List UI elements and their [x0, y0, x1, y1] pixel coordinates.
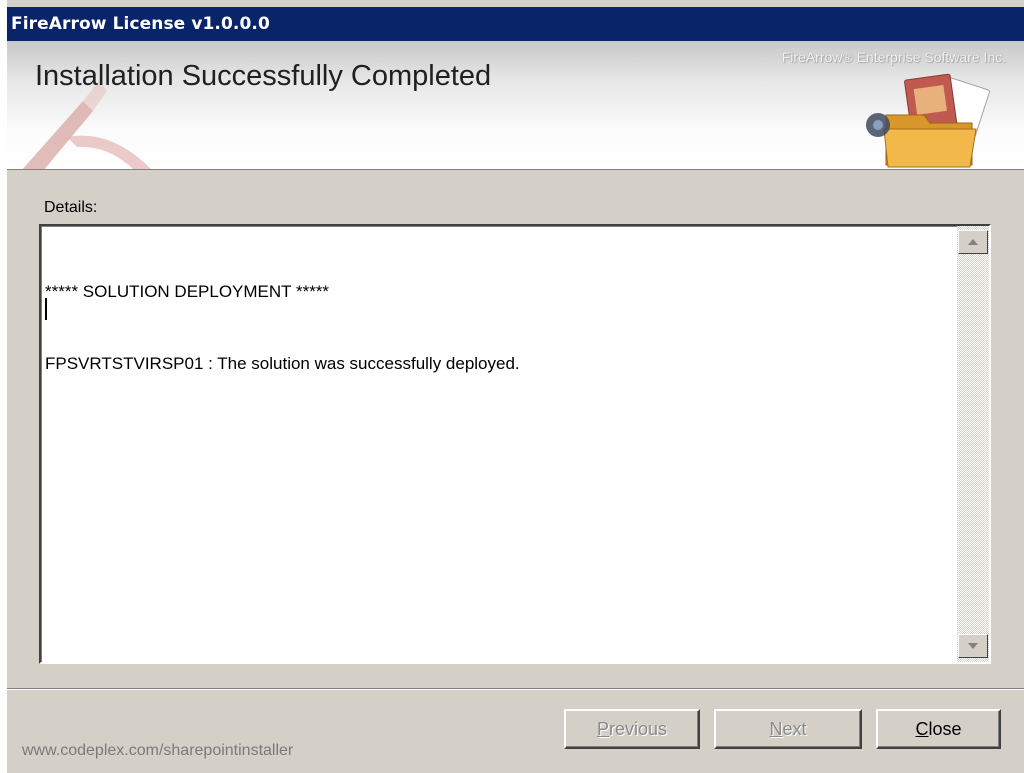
details-textarea[interactable]: ***** SOLUTION DEPLOYMENT ***** FPSVRTST…: [39, 224, 991, 664]
details-line: FPSVRTSTVIRSP01 : The solution was succe…: [45, 354, 520, 373]
footer-separator: [7, 688, 1024, 690]
header-banner: Installation Successfully Completed Fire…: [7, 41, 1024, 170]
scroll-up-arrow-icon: [968, 239, 978, 245]
codeplex-link[interactable]: www.codeplex.com/sharepointinstaller: [22, 742, 293, 760]
next-mnemonic: N: [769, 719, 783, 739]
window-title: FireArrow License v1.0.0.0: [11, 14, 270, 34]
page-title: Installation Successfully Completed: [35, 60, 492, 92]
close-label: lose: [928, 719, 962, 739]
vertical-scrollbar[interactable]: [957, 226, 989, 662]
scroll-down-button[interactable]: [958, 634, 988, 658]
firearrow-logo-icon: [22, 81, 151, 169]
folder-icon: [866, 73, 990, 168]
next-label: ext: [782, 719, 807, 739]
next-button[interactable]: Next: [714, 709, 862, 749]
close-button[interactable]: Close: [876, 709, 1001, 749]
details-line: ***** SOLUTION DEPLOYMENT *****: [45, 282, 330, 301]
installer-window: FireArrow License v1.0.0.0 Installation …: [7, 0, 1024, 773]
previous-mnemonic: P: [596, 719, 609, 739]
company-name: FireArrow® Enterprise Software Inc.: [781, 49, 1006, 65]
scroll-down-arrow-icon: [968, 643, 978, 649]
details-text: ***** SOLUTION DEPLOYMENT ***** FPSVRTST…: [45, 232, 953, 424]
details-label: Details:: [44, 199, 98, 216]
scroll-up-button[interactable]: [958, 230, 988, 254]
previous-button[interactable]: Previous: [564, 709, 700, 749]
text-caret: [45, 298, 47, 320]
previous-label: revious: [608, 719, 668, 739]
title-bar[interactable]: FireArrow License v1.0.0.0: [7, 7, 1024, 41]
close-mnemonic: C: [915, 719, 929, 739]
